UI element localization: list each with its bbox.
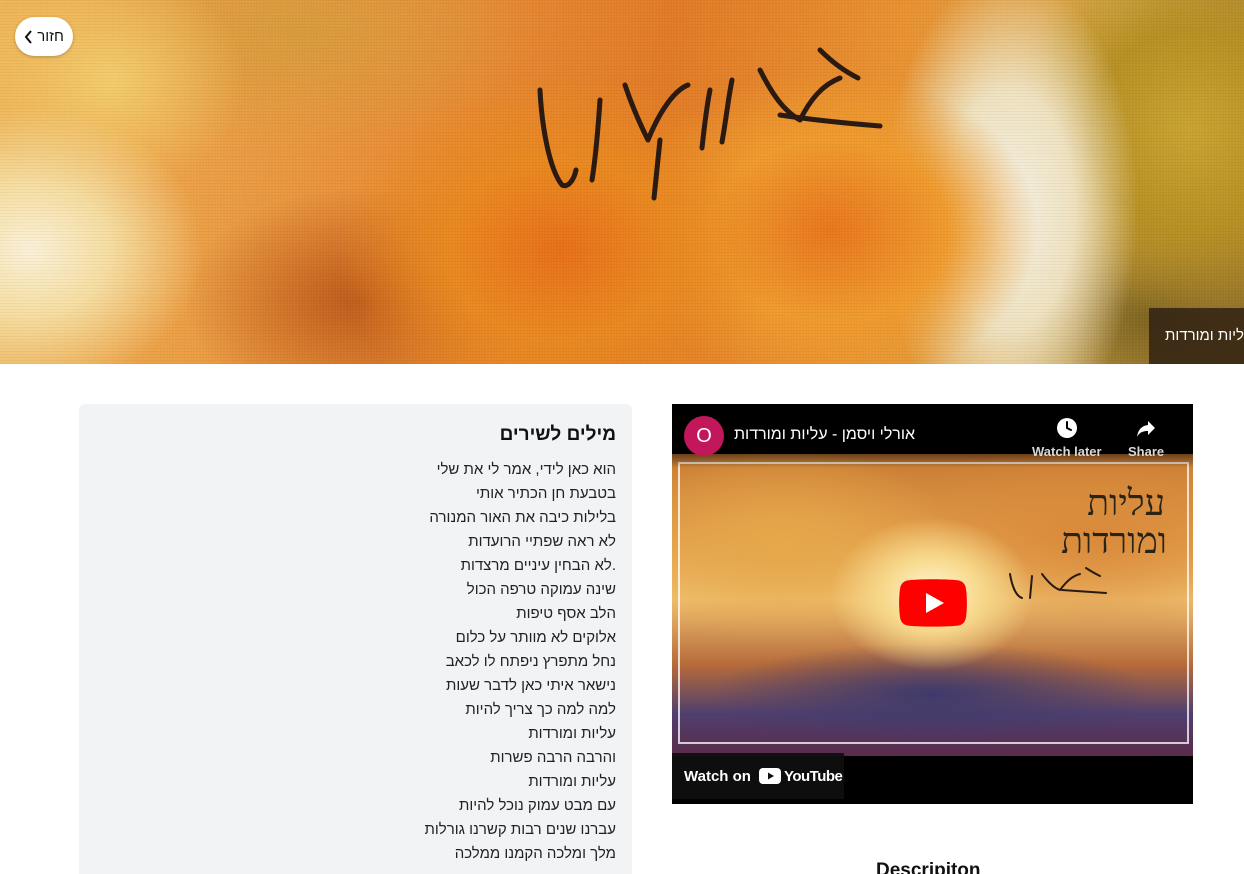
thumbnail-signature-image <box>1009 567 1107 599</box>
lyric-line: עליות ומורדות <box>528 725 616 742</box>
lyric-line: עברנו שנים רבות קשרנו גורלות <box>424 821 616 838</box>
hero-caption-box: עליות ומורדות <box>1149 308 1244 364</box>
lyrics-title: מילים לשירים <box>499 424 616 445</box>
youtube-logo: YouTube <box>758 767 843 785</box>
share-button[interactable]: Share <box>1128 416 1164 459</box>
lyric-line: מלך ומלכה הקמנו ממלכה <box>454 845 616 862</box>
watch-later-button[interactable]: Watch later <box>1032 416 1102 459</box>
back-button[interactable]: חזור <box>15 17 73 56</box>
lyric-line: בטבעת חן הכתיר אותי <box>475 485 616 502</box>
lyric-line: בלילות כיבה את האור המנורה <box>429 509 616 526</box>
lyric-line: הוא כאן לידי, אמר לי את שלי <box>436 461 616 478</box>
watch-on-label: Watch on <box>684 767 751 785</box>
lyric-line: לא ראה שפתיי הרועדות <box>468 533 616 550</box>
lyric-line: נחל מתפרץ ניפתח לו לכאב <box>445 653 616 670</box>
youtube-wordmark: YouTube <box>783 767 843 785</box>
lyric-line: והרבה הרבה פשרות <box>490 749 616 766</box>
lyric-line: שינה עמוקה טרפה הכול <box>466 581 616 598</box>
hero-caption-text: עליות ומורדות <box>1165 327 1244 344</box>
hero-banner: חזור עליות ומורדות <box>0 0 1244 364</box>
youtube-logo-icon <box>758 768 781 784</box>
lyric-line: עליות ומורדות <box>528 773 616 790</box>
video-title[interactable]: אורלי ויסמן - עליות ומורדות <box>734 426 915 444</box>
lyric-line: אלוקים לא מוותר על כלום <box>455 629 616 646</box>
channel-avatar[interactable]: O <box>684 416 724 456</box>
lyric-line: למה למה כך צריך להיות <box>465 701 616 718</box>
share-icon <box>1137 421 1156 437</box>
watch-on-youtube-button[interactable]: Watch on YouTube <box>672 753 844 799</box>
lyrics-card: מילים לשירים הוא כאן לידי, אמר לי את שלי… <box>79 404 632 874</box>
lyrics-lines: הוא כאן לידי, אמר לי את שלי בטבעת חן הכת… <box>95 458 616 866</box>
description-heading: Descripiton <box>876 860 981 874</box>
video-top-bar: O אורלי ויסמן - עליות ומורדות Watch late… <box>672 404 1193 468</box>
lyric-line: עם מבט עמוק נוכל להיות <box>459 797 616 814</box>
lyric-line: נישאר איתי כאן לדבר שעות <box>446 677 616 694</box>
chevron-left-icon <box>24 29 32 44</box>
artist-signature-image <box>537 47 883 201</box>
video-embed[interactable]: עליות ומורדות O אורלי ויסמן - עליות ומור… <box>672 404 1193 804</box>
thumbnail-title-line2: ומורדות <box>1061 521 1167 562</box>
lyric-line: .לא הבחין עיניים מרצדות <box>460 557 616 574</box>
play-icon[interactable] <box>899 579 967 627</box>
watch-later-label: Watch later <box>1032 444 1102 459</box>
clock-icon <box>1056 418 1077 438</box>
thumbnail-title-line1: עליות <box>1087 483 1165 524</box>
share-label: Share <box>1128 444 1165 459</box>
lyric-line: הלב אסף טיפות <box>516 605 616 622</box>
back-button-label: חזור <box>37 28 64 45</box>
